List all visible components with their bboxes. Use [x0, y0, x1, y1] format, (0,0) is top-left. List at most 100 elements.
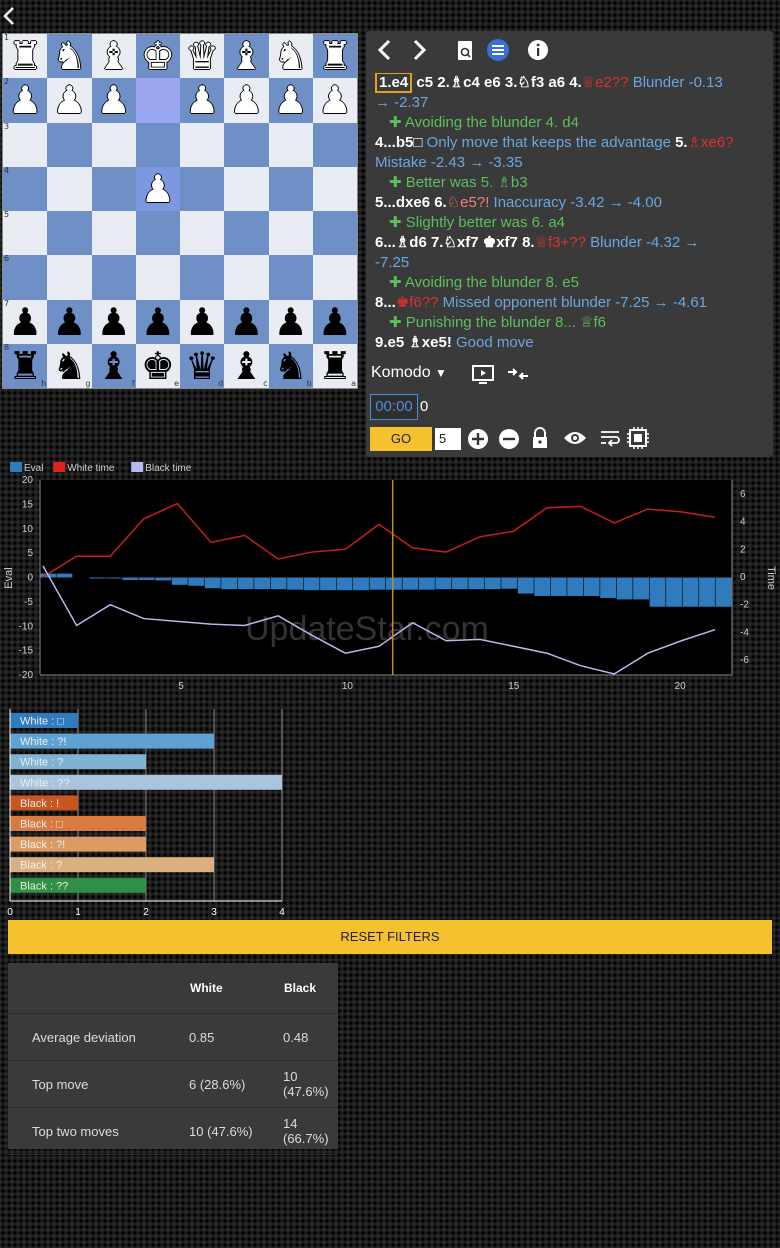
board-square[interactable]: ♝ c	[224, 343, 269, 388]
board-square[interactable]: 4	[3, 166, 48, 211]
board-square[interactable]	[224, 255, 269, 300]
board-square[interactable]: 3	[3, 122, 48, 167]
chess-piece[interactable]: ♜	[318, 37, 352, 75]
board-square[interactable]: ♟ 7	[3, 299, 48, 344]
chess-piece[interactable]: ♟	[229, 81, 263, 119]
board-square[interactable]	[312, 211, 357, 256]
minus-circle-icon[interactable]	[498, 428, 520, 450]
eye-icon[interactable]	[563, 429, 587, 447]
board-square[interactable]: ♟	[47, 299, 92, 344]
chess-piece[interactable]: ♟	[97, 81, 131, 119]
chess-piece[interactable]: ♞	[52, 347, 86, 385]
board-square[interactable]	[312, 255, 357, 300]
board-square[interactable]: ♚ e	[135, 343, 180, 388]
board-square[interactable]: ♜	[312, 34, 357, 79]
move-text[interactable]: 6...♗d6 7.♘xf7 ♚xf7 8.	[375, 234, 535, 251]
board-square[interactable]	[135, 122, 180, 167]
search-document-icon[interactable]	[456, 40, 476, 62]
board-square[interactable]	[224, 166, 269, 211]
board-square[interactable]: ♟	[268, 78, 313, 123]
play-screen-icon[interactable]	[471, 363, 495, 385]
list-icon[interactable]	[486, 38, 510, 62]
board-square[interactable]	[135, 255, 180, 300]
board-square[interactable]	[180, 122, 225, 167]
board-square[interactable]	[224, 211, 269, 256]
move-mistake[interactable]: ♗xe6?	[688, 134, 734, 151]
board-square[interactable]	[312, 122, 357, 167]
back-icon[interactable]	[0, 4, 20, 28]
move-text[interactable]: c5 2.♗c4 e6 3.♘f3 a6 4.	[412, 74, 581, 91]
board-square[interactable]: ♝ f	[91, 343, 136, 388]
board-square[interactable]	[268, 255, 313, 300]
board-square[interactable]	[47, 211, 92, 256]
chess-piece[interactable]: ♛	[185, 347, 219, 385]
chip-icon[interactable]	[626, 426, 650, 450]
chess-piece[interactable]: ♟	[274, 81, 308, 119]
move-blunder[interactable]: ♚f6??	[396, 294, 439, 311]
board-square[interactable]: ♛	[180, 34, 225, 79]
board-square[interactable]	[135, 78, 180, 123]
chess-piece[interactable]: ♞	[52, 37, 86, 75]
board-square[interactable]: ♟	[312, 299, 357, 344]
chess-piece[interactable]: ♝	[229, 347, 263, 385]
chess-piece[interactable]: ♟	[141, 170, 175, 208]
board-square[interactable]	[268, 166, 313, 211]
swap-icon[interactable]	[506, 364, 530, 384]
chess-piece[interactable]: ♟	[185, 303, 219, 341]
board-square[interactable]: ♟	[47, 78, 92, 123]
chess-piece[interactable]: ♟	[318, 81, 352, 119]
chess-piece[interactable]: ♞	[274, 347, 308, 385]
board-square[interactable]: ♝	[224, 34, 269, 79]
variation-move[interactable]: 6. a4	[532, 214, 565, 231]
evaluation-chart[interactable]: Eval White time Black timeUpdateStar.com20…	[0, 458, 780, 698]
chess-piece[interactable]: ♟	[229, 303, 263, 341]
board-square[interactable]: ♟	[135, 299, 180, 344]
board-square[interactable]: ♞ g	[47, 343, 92, 388]
board-square[interactable]	[91, 211, 136, 256]
board-square[interactable]	[268, 122, 313, 167]
move-text[interactable]: 9.e5 ♗xe5!	[375, 334, 452, 351]
move-list[interactable]: 1.e4 c5 2.♗c4 e6 3.♘f3 a6 4.♕e2?? Blunde…	[375, 73, 767, 355]
reset-filters-button[interactable]: RESET FILTERS	[8, 920, 772, 954]
chess-piece[interactable]: ♟	[318, 303, 352, 341]
board-square[interactable]	[180, 166, 225, 211]
chess-piece[interactable]: ♝	[97, 37, 131, 75]
board-square[interactable]: ♜ 8 h	[3, 343, 48, 388]
board-square[interactable]: ♞	[268, 34, 313, 79]
chess-piece[interactable]: ♜	[318, 347, 352, 385]
move-blunder[interactable]: ♕f3+??	[535, 234, 586, 251]
chess-piece[interactable]: ♞	[274, 37, 308, 75]
board-square[interactable]: ♟	[91, 299, 136, 344]
board-square[interactable]	[312, 166, 357, 211]
board-square[interactable]	[135, 211, 180, 256]
board-square[interactable]	[91, 122, 136, 167]
chess-piece[interactable]: ♟	[8, 81, 42, 119]
chess-piece[interactable]: ♟	[8, 303, 42, 341]
board-square[interactable]	[47, 166, 92, 211]
board-square[interactable]: ♜ 1	[3, 34, 48, 79]
board-square[interactable]	[91, 255, 136, 300]
chess-piece[interactable]: ♟	[185, 81, 219, 119]
board-square[interactable]: 6	[3, 255, 48, 300]
board-square[interactable]: ♛ d	[180, 343, 225, 388]
board-square[interactable]: ♟	[180, 78, 225, 123]
annotation-bar-chart[interactable]: White : □ White : ?! White : ? White : ?? Bl…	[0, 705, 300, 920]
go-button[interactable]: GO	[370, 427, 432, 451]
board-square[interactable]	[180, 255, 225, 300]
chess-piece[interactable]: ♟	[52, 303, 86, 341]
board-square[interactable]: ♟	[312, 78, 357, 123]
chess-piece[interactable]: ♟	[141, 303, 175, 341]
variation-move[interactable]: 8... ♕f6	[555, 314, 606, 331]
wrap-lines-icon[interactable]	[599, 429, 621, 447]
chess-piece[interactable]: ♚	[141, 347, 175, 385]
chess-piece[interactable]: ♜	[8, 37, 42, 75]
move-text[interactable]: 8...	[375, 294, 396, 311]
board-square[interactable]: ♟	[224, 299, 269, 344]
board-square[interactable]	[268, 211, 313, 256]
board-square[interactable]	[224, 122, 269, 167]
move-text[interactable]: 5...dxe6 6.	[375, 194, 447, 211]
board-square[interactable]: ♟	[180, 299, 225, 344]
variation-move[interactable]: 4. d4	[546, 114, 579, 131]
board-square[interactable]	[91, 166, 136, 211]
board-square[interactable]: ♟	[91, 78, 136, 123]
